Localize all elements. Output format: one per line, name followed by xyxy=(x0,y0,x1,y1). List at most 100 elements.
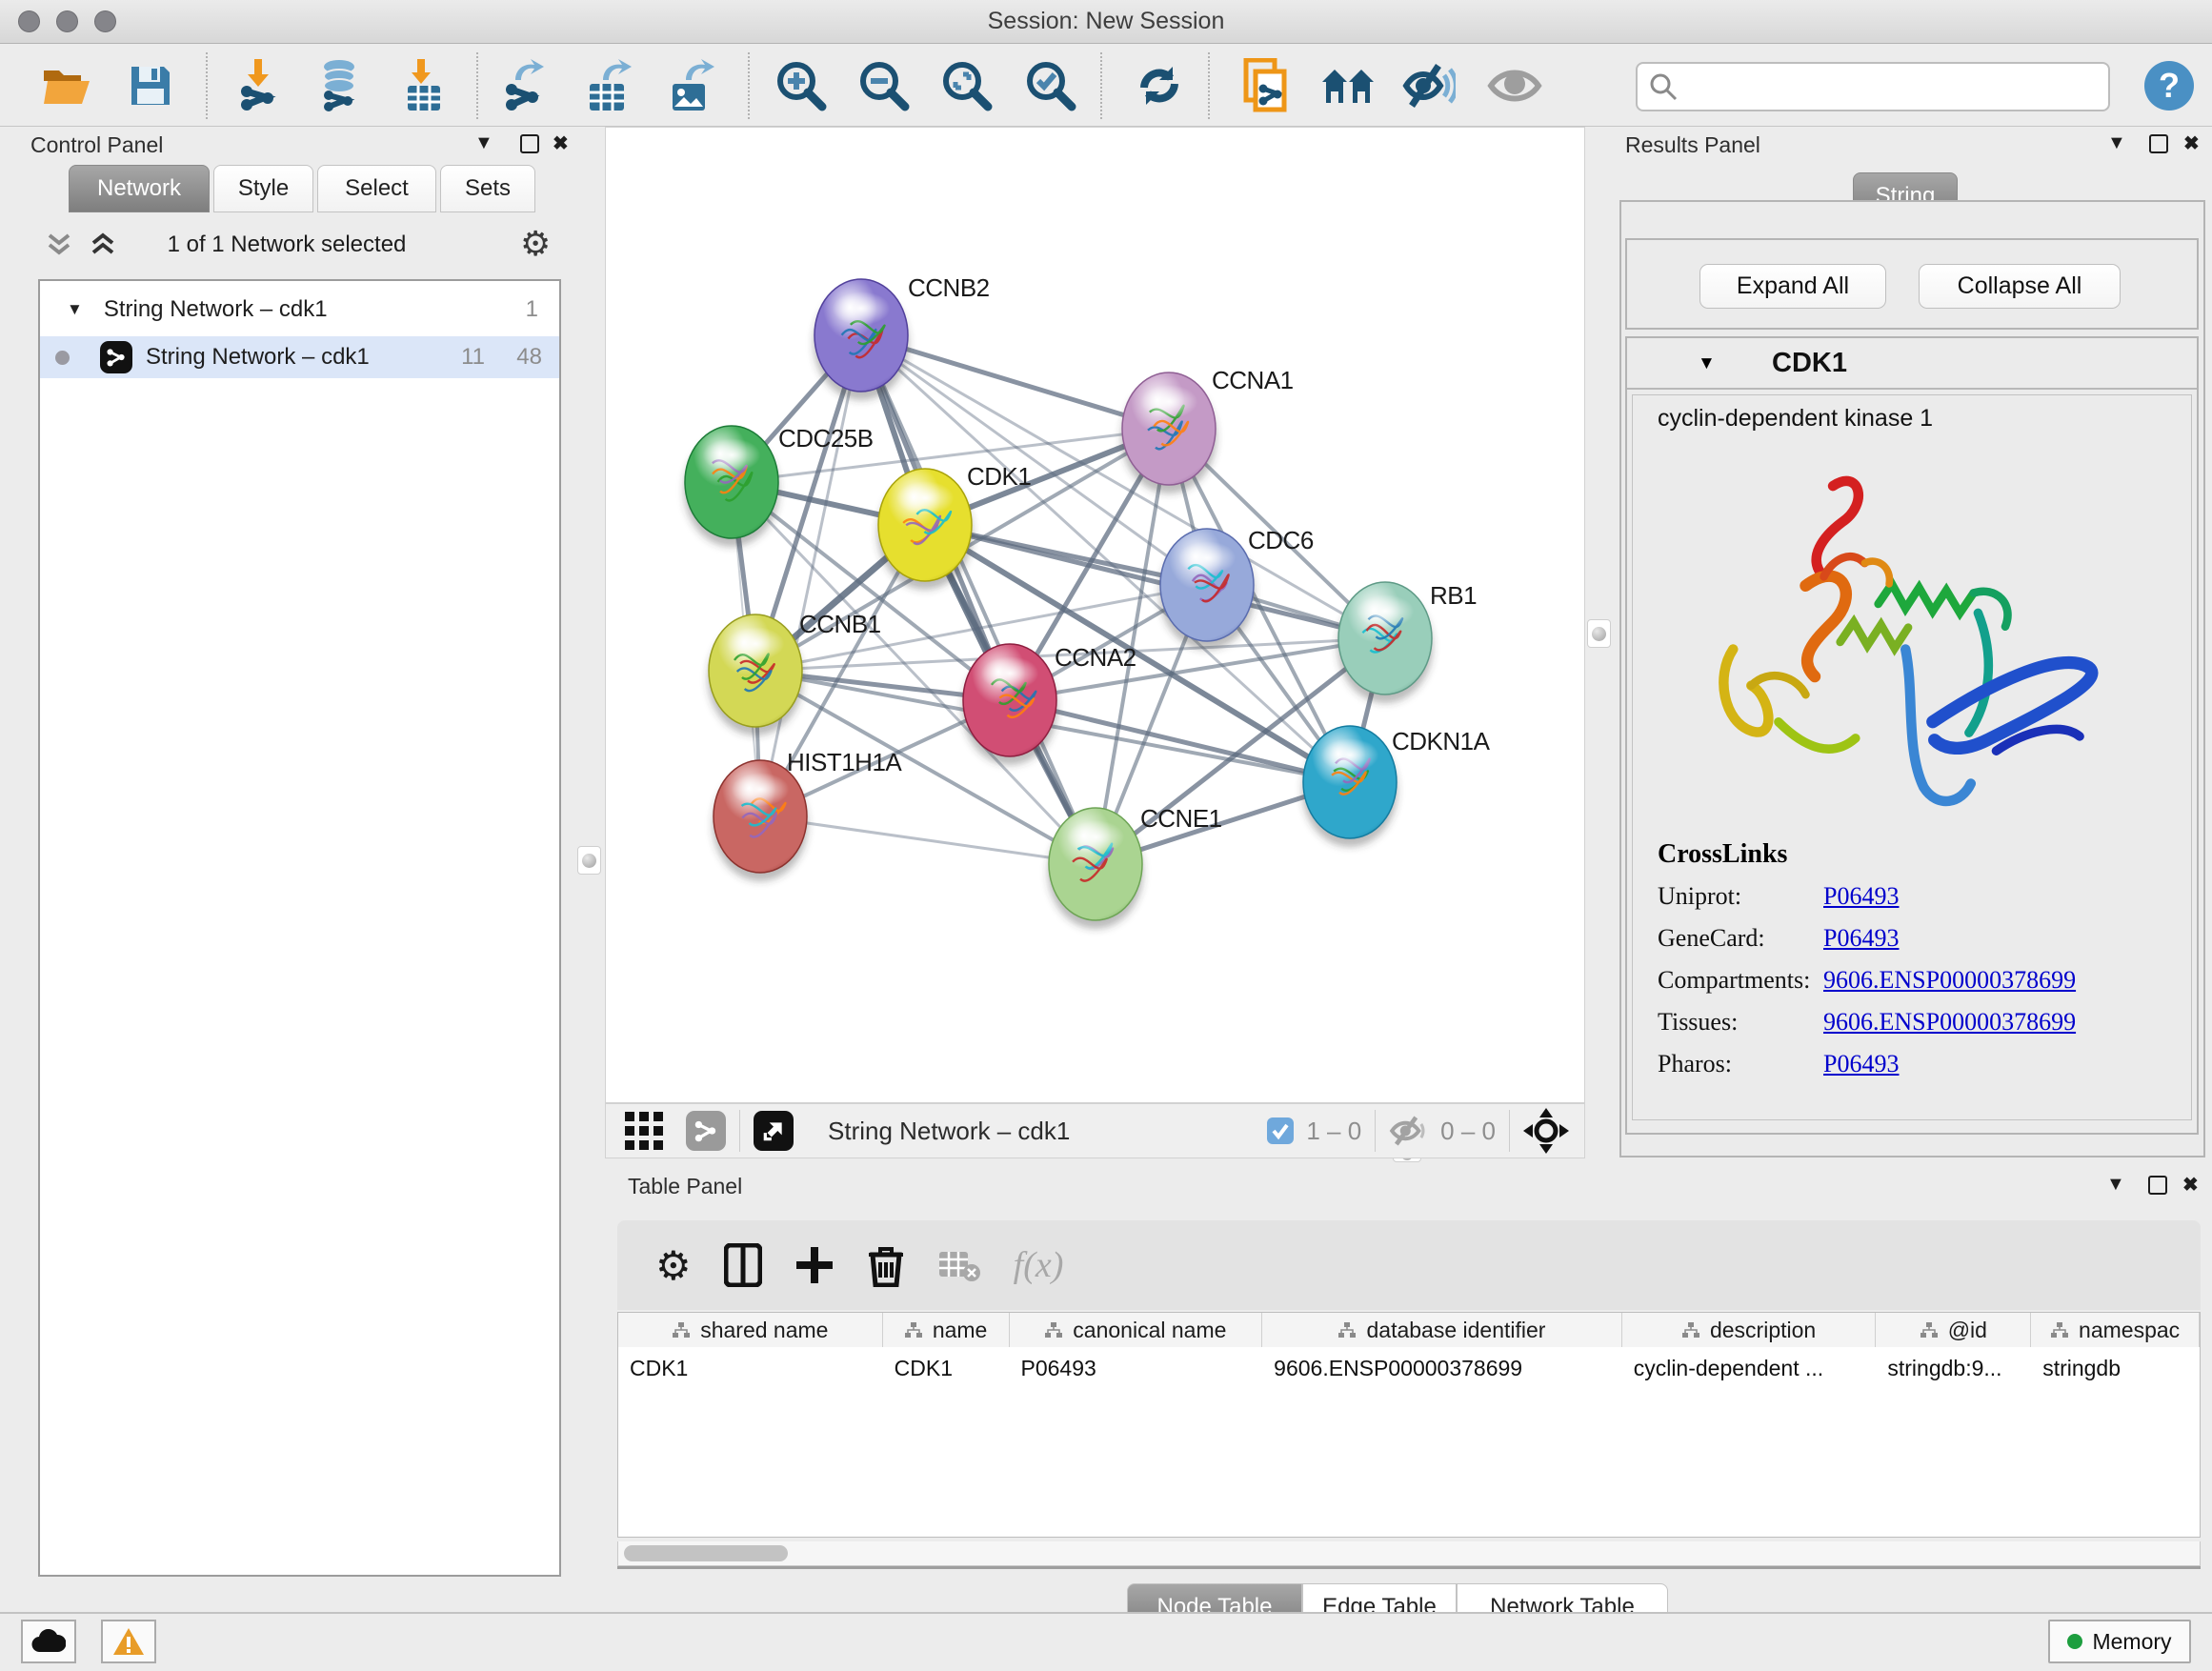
table-cell[interactable]: stringdb:9... xyxy=(1876,1347,2031,1389)
import-network-icon[interactable] xyxy=(231,58,287,113)
table-gear-icon[interactable]: ⚙ xyxy=(655,1242,692,1289)
search-icon xyxy=(1649,72,1678,101)
table-panel: Table Panel ▼ ✖ ⚙ f(x) shared namenameca… xyxy=(605,1166,2212,1608)
node-table[interactable]: shared namenamecanonical namedatabase id… xyxy=(617,1312,2201,1538)
birdseye-view-icon[interactable] xyxy=(754,1111,794,1151)
network-row-selected[interactable]: String Network – cdk1 11 48 xyxy=(40,336,559,378)
zoom-fit-icon[interactable] xyxy=(939,58,995,113)
float-panel-icon[interactable] xyxy=(2148,1176,2167,1195)
close-panel-icon[interactable]: ✖ xyxy=(2183,131,2200,155)
column-header-canonical-name[interactable]: canonical name xyxy=(1010,1313,1263,1347)
network-node-ccne1 xyxy=(1048,808,1143,929)
enhanced-labels-icon[interactable] xyxy=(1401,58,1457,113)
right-splitter-handle[interactable] xyxy=(1587,619,1611,648)
open-session-icon[interactable] xyxy=(39,58,94,113)
copy-network-icon[interactable] xyxy=(1239,58,1295,113)
crosslink-link[interactable]: 9606.ENSP00000378699 xyxy=(1823,1008,2076,1037)
export-network-icon[interactable] xyxy=(496,58,552,113)
crosslink-row: Uniprot:P06493 xyxy=(1633,876,2191,917)
network-node-cdc25b xyxy=(684,426,779,547)
gear-icon[interactable]: ⚙ xyxy=(520,224,551,264)
share-view-icon[interactable] xyxy=(686,1111,726,1151)
save-session-icon[interactable] xyxy=(123,58,178,113)
tab-style[interactable]: Style xyxy=(213,165,313,212)
collection-label: String Network – cdk1 xyxy=(104,296,328,323)
table-toolbar: ⚙ f(x) xyxy=(617,1220,2201,1310)
delete-icon[interactable] xyxy=(867,1243,905,1287)
export-table-icon[interactable] xyxy=(580,58,635,113)
crosslink-link[interactable]: P06493 xyxy=(1823,1050,1899,1078)
panel-menu-icon[interactable]: ▼ xyxy=(474,132,493,154)
refresh-icon[interactable] xyxy=(1132,58,1187,113)
table-row[interactable]: CDK1CDK1P064939606.ENSP00000378699cyclin… xyxy=(618,1347,2200,1389)
panel-menu-icon[interactable]: ▼ xyxy=(2106,1174,2125,1196)
close-panel-icon[interactable]: ✖ xyxy=(2182,1173,2199,1197)
export-image-icon[interactable] xyxy=(663,58,718,113)
zoom-selected-icon[interactable] xyxy=(1023,58,1078,113)
crosslink-link[interactable]: 9606.ENSP00000378699 xyxy=(1823,966,2076,995)
column-header-namespac[interactable]: namespac xyxy=(2031,1313,2200,1347)
column-header-database-identifier[interactable]: database identifier xyxy=(1262,1313,1622,1347)
column-header-shared-name[interactable]: shared name xyxy=(618,1313,883,1347)
close-panel-icon[interactable]: ✖ xyxy=(553,131,569,155)
column-header-description[interactable]: description xyxy=(1622,1313,1877,1347)
import-table-icon[interactable] xyxy=(396,58,452,113)
crosslink-label: Pharos: xyxy=(1633,1050,1823,1078)
tab-select[interactable]: Select xyxy=(317,165,436,212)
delete-table-icon xyxy=(937,1248,981,1282)
network-view-title: String Network – cdk1 xyxy=(828,1117,1070,1146)
network-canvas[interactable]: CCNB2CCNA1CDC25BCDK1CDC6RB1CCNB1CCNA2CDK… xyxy=(605,127,1585,1103)
table-cell[interactable]: stringdb xyxy=(2031,1347,2200,1389)
tree-expand-icon[interactable]: ▼ xyxy=(67,300,83,319)
network-label: String Network – cdk1 xyxy=(146,344,370,371)
search-field[interactable] xyxy=(1636,62,2110,111)
memory-button[interactable]: Memory xyxy=(2048,1620,2191,1663)
protein-description: cyclin-dependent kinase 1 xyxy=(1633,395,2191,433)
tab-sets[interactable]: Sets xyxy=(440,165,535,212)
float-panel-icon[interactable] xyxy=(520,134,539,153)
node-label-ccna1: CCNA1 xyxy=(1212,366,1294,394)
help-icon[interactable]: ? xyxy=(2142,58,2197,113)
memory-label: Memory xyxy=(2092,1629,2171,1655)
network-collection-row[interactable]: ▼ String Network – cdk1 1 xyxy=(40,291,559,329)
network-node-ccnb2 xyxy=(814,279,909,400)
column-header-name[interactable]: name xyxy=(883,1313,1010,1347)
left-splitter-handle[interactable] xyxy=(577,846,601,875)
zoom-in-icon[interactable] xyxy=(774,58,829,113)
select-columns-icon[interactable] xyxy=(724,1243,762,1287)
collapse-all-button[interactable]: Collapse All xyxy=(1919,264,2121,309)
float-panel-icon[interactable] xyxy=(2149,134,2168,153)
main-toolbar: ? xyxy=(0,45,2212,127)
table-cell[interactable]: P06493 xyxy=(1010,1347,1263,1389)
grid-view-icon[interactable] xyxy=(623,1110,665,1152)
fit-content-icon[interactable] xyxy=(1523,1108,1569,1154)
cloud-button[interactable] xyxy=(21,1620,76,1663)
add-icon[interactable] xyxy=(794,1245,835,1285)
import-database-icon[interactable] xyxy=(312,58,367,113)
expand-all-button[interactable]: Expand All xyxy=(1699,264,1886,309)
crosslink-row: GeneCard:P06493 xyxy=(1633,917,2191,959)
node-label-cdc6: CDC6 xyxy=(1248,526,1314,554)
title-bar: Session: New Session xyxy=(0,0,2212,44)
table-cell[interactable]: CDK1 xyxy=(883,1347,1010,1389)
warning-button[interactable] xyxy=(101,1620,156,1663)
graphics-detail-icon[interactable] xyxy=(1487,58,1542,113)
network-view-toolbar: String Network – cdk1 1 – 0 0 – 0 xyxy=(605,1103,1585,1158)
warning-icon xyxy=(112,1627,145,1656)
search-input[interactable] xyxy=(1678,73,2087,100)
hidden-eye-icon xyxy=(1389,1114,1431,1148)
table-hscrollbar[interactable] xyxy=(617,1541,2201,1566)
selected-checkbox-icon[interactable] xyxy=(1266,1117,1295,1145)
houses-icon[interactable] xyxy=(1320,58,1376,113)
table-cell[interactable]: CDK1 xyxy=(618,1347,883,1389)
node-label-rb1: RB1 xyxy=(1430,581,1477,610)
panel-menu-icon[interactable]: ▼ xyxy=(2107,132,2126,154)
crosslink-link[interactable]: P06493 xyxy=(1823,924,1899,953)
zoom-out-icon[interactable] xyxy=(856,58,912,113)
table-cell[interactable]: 9606.ENSP00000378699 xyxy=(1262,1347,1622,1389)
table-cell[interactable]: cyclin-dependent ... xyxy=(1622,1347,1877,1389)
crosslink-link[interactable]: P06493 xyxy=(1823,882,1899,911)
tab-network[interactable]: Network xyxy=(69,165,210,212)
protein-expand-icon[interactable]: ▼ xyxy=(1698,353,1716,374)
column-header--id[interactable]: @id xyxy=(1876,1313,2031,1347)
